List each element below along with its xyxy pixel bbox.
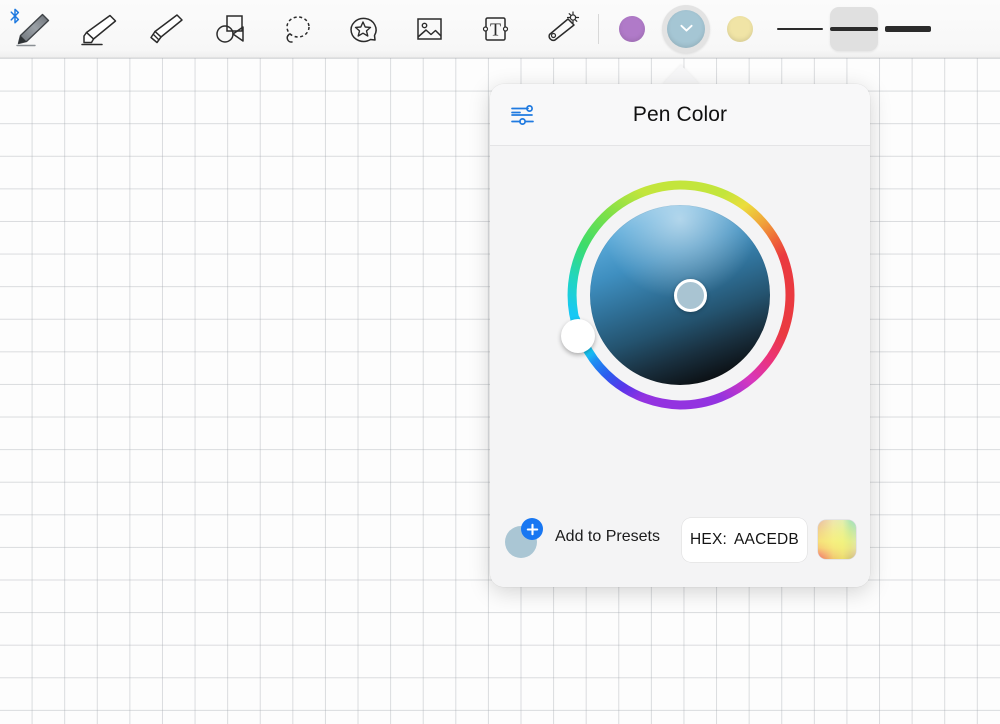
color-swatch-purple[interactable]: [605, 0, 659, 58]
stroke-width-thick-line: [885, 25, 931, 32]
color-wheel[interactable]: [547, 162, 813, 428]
hue-selector-handle[interactable]: [561, 319, 595, 353]
image-tool[interactable]: [396, 0, 462, 58]
highlighter-tool[interactable]: [132, 0, 198, 58]
pen-color-popover: Pen Color Add to Presets HEX: AACEDB: [490, 84, 870, 587]
add-to-presets-button[interactable]: Add to Presets: [505, 518, 660, 558]
hex-label: HEX:: [690, 531, 728, 548]
stroke-width-medium-line: [830, 26, 878, 31]
popover-title: Pen Color: [632, 102, 728, 126]
stroke-width-thin[interactable]: [773, 0, 827, 58]
color-picker-swatch[interactable]: [818, 520, 856, 559]
highlighter-icon: [150, 13, 183, 43]
hex-value: AACEDB: [734, 531, 799, 548]
saturation-brightness-disc[interactable]: [590, 205, 770, 385]
stroke-width-thin-box: [776, 7, 824, 51]
sticker-tool[interactable]: [330, 0, 396, 58]
popover-arrow: [662, 65, 700, 85]
top-toolbar: T: [0, 0, 1000, 58]
color-swatch-blue-gray-dot: [667, 9, 705, 48]
color-swatch-yellow-dot: [727, 15, 753, 42]
stroke-width-medium[interactable]: [827, 0, 881, 58]
image-icon: [417, 17, 442, 40]
pen-color-app: T Pen Color Add to Presets HEX: AACEDB: [0, 0, 1000, 724]
magic-tool[interactable]: [528, 0, 594, 58]
hex-input-field[interactable]: HEX: AACEDB: [682, 518, 807, 562]
tool-group: T: [0, 0, 594, 58]
color-swatch-yellow[interactable]: [713, 0, 767, 58]
stroke-width-medium-box: [830, 6, 878, 51]
color-swatch-selected-ring: [662, 4, 710, 53]
svg-text:T: T: [490, 19, 501, 39]
sliders-icon[interactable]: [510, 102, 536, 128]
color-swatch-purple-dot: [619, 15, 645, 42]
stroke-width-thick-box: [884, 7, 932, 51]
pen-tool[interactable]: [0, 0, 66, 58]
magic-wand-icon: [548, 10, 580, 41]
pen-icon: [16, 13, 50, 46]
stroke-width-group: [773, 0, 935, 58]
sticker-star-icon: [350, 17, 377, 42]
stroke-width-thick[interactable]: [881, 0, 935, 58]
eraser-tool[interactable]: [66, 0, 132, 58]
add-to-presets-swatch: [505, 518, 543, 558]
shapes-icon: [216, 14, 244, 43]
shapes-tool[interactable]: [198, 0, 264, 58]
color-swatch-group: [605, 0, 767, 58]
lasso-icon: [286, 15, 310, 43]
eraser-icon: [81, 14, 117, 45]
color-selector-handle[interactable]: [674, 279, 707, 312]
lasso-tool[interactable]: [264, 0, 330, 58]
text-box-icon: T: [482, 16, 509, 41]
color-swatch-blue-gray[interactable]: [659, 0, 713, 58]
chevron-down-icon: [679, 24, 693, 32]
add-to-presets-label: Add to Presets: [555, 528, 660, 545]
popover-header: Pen Color: [490, 84, 870, 146]
stroke-width-thin-line: [777, 27, 823, 30]
plus-badge-icon: [521, 518, 543, 540]
toolbar-divider: [598, 13, 599, 44]
text-tool[interactable]: T: [462, 0, 528, 58]
popover-body: Add to Presets HEX: AACEDB Presets Custo…: [490, 146, 870, 587]
plus-icon: [526, 523, 538, 535]
